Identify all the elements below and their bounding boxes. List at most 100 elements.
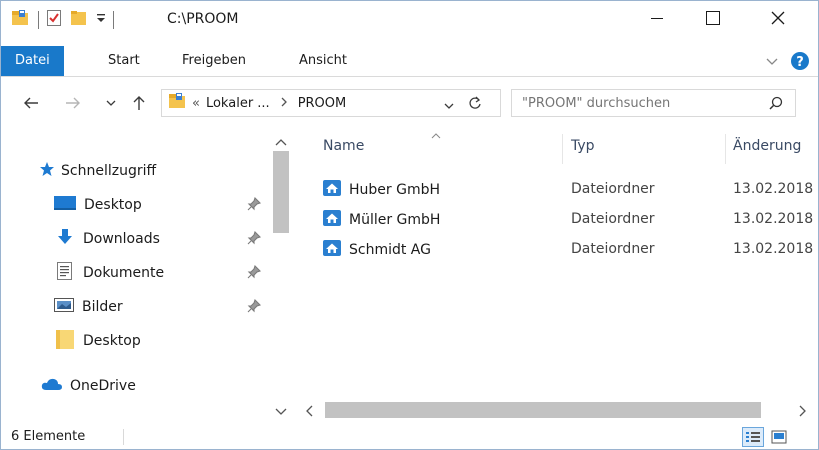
refresh-button[interactable]: [468, 95, 482, 115]
forward-button[interactable]: [63, 92, 83, 114]
scroll-down-icon[interactable]: [275, 405, 287, 420]
pin-icon: [247, 196, 262, 215]
column-header-date[interactable]: Änderung: [733, 138, 801, 162]
refresh-icon: [469, 96, 481, 109]
large-icons-view-icon: [771, 430, 787, 444]
pin-icon: [247, 298, 262, 317]
shared-folder-icon: [323, 240, 341, 260]
file-row[interactable]: Müller GmbH Dateiordner 13.02.2018: [299, 210, 818, 232]
breadcrumb-item[interactable]: Lokaler ...: [206, 96, 270, 111]
file-name: Schmidt AG: [349, 242, 431, 258]
breadcrumb-item[interactable]: PROOM: [298, 96, 347, 111]
new-folder-icon[interactable]: [70, 9, 88, 31]
svg-text:?: ?: [796, 55, 804, 70]
scrollbar-thumb[interactable]: [325, 402, 761, 418]
shared-folder-icon: [323, 210, 341, 230]
sort-ascending-icon: [431, 128, 441, 143]
search-box[interactable]: [511, 89, 796, 117]
scroll-right-icon[interactable]: [799, 405, 807, 421]
nav-item-label: Dokumente: [83, 265, 165, 281]
nav-item-label: Desktop: [84, 197, 142, 213]
breadcrumb-separator-icon[interactable]: [280, 96, 288, 111]
nav-item-label: Schnellzugriff: [61, 163, 157, 179]
column-divider[interactable]: [725, 134, 726, 164]
status-bar: 6 Elemente: [1, 425, 818, 449]
file-type: Dateiordner: [571, 241, 655, 257]
close-icon: [771, 11, 785, 29]
title-bar: C:\PROOM: [1, 1, 818, 41]
column-header-type[interactable]: Typ: [571, 138, 595, 162]
properties-check-icon[interactable]: [46, 9, 62, 31]
large-icons-view-button[interactable]: [768, 427, 790, 447]
breadcrumb-overflow[interactable]: «: [192, 96, 200, 111]
nav-item-desktop[interactable]: Desktop: [1, 190, 269, 220]
file-list-horizontal-scrollbar[interactable]: [299, 399, 818, 421]
ribbon-divider: [1, 76, 818, 77]
desktop-icon: [54, 195, 76, 215]
nav-item-downloads[interactable]: Downloads: [1, 224, 269, 254]
toolbar-separator: [113, 11, 114, 29]
file-explorer-window: C:\PROOM Datei Start Freigeben Ansicht ?: [0, 0, 819, 450]
arrow-up-icon: [133, 96, 145, 110]
minimize-button[interactable]: [634, 1, 680, 39]
recent-locations-button[interactable]: [101, 92, 121, 114]
chevron-down-icon: [444, 103, 454, 109]
search-input[interactable]: [522, 95, 762, 111]
tab-ansicht[interactable]: Ansicht: [285, 46, 361, 76]
pin-icon: [247, 264, 262, 283]
nav-item-desktop-folder[interactable]: Desktop: [1, 326, 269, 356]
status-divider: [123, 429, 124, 445]
nav-pane-scrollbar[interactable]: [271, 129, 291, 425]
folder-properties-icon[interactable]: [11, 9, 31, 31]
item-count: 6 Elemente: [11, 429, 86, 444]
nav-item-label: Downloads: [83, 231, 160, 247]
nav-item-dokumente[interactable]: Dokumente: [1, 258, 269, 288]
arrow-right-icon: [66, 97, 80, 109]
document-icon: [57, 262, 72, 284]
scroll-up-icon[interactable]: [275, 135, 287, 150]
nav-item-label: Desktop: [83, 333, 141, 349]
file-row[interactable]: Schmidt AG Dateiordner 13.02.2018: [299, 240, 818, 262]
file-date: 13.02.2018: [733, 211, 814, 227]
back-button[interactable]: [21, 92, 41, 114]
nav-item-label: OneDrive: [70, 378, 136, 394]
window-title: C:\PROOM: [167, 11, 239, 27]
search-icon[interactable]: [769, 96, 783, 114]
close-button[interactable]: [755, 1, 801, 39]
column-divider[interactable]: [562, 134, 563, 164]
column-header-name[interactable]: Name: [323, 138, 364, 162]
address-bar[interactable]: « Lokaler ... PROOM: [161, 89, 501, 117]
nav-item-label: Bilder: [82, 299, 123, 315]
help-icon: ?: [791, 52, 809, 70]
nav-item-onedrive[interactable]: OneDrive: [1, 371, 269, 401]
up-button[interactable]: [129, 92, 149, 114]
scrollbar-thumb[interactable]: [273, 151, 289, 233]
folder-icon: [56, 329, 74, 353]
customize-toolbar-icon[interactable]: [96, 12, 106, 28]
chevron-down-icon: [766, 58, 778, 65]
quick-access-toolbar: [11, 8, 121, 32]
file-date: 13.02.2018: [733, 181, 814, 197]
ribbon-controls: ?: [766, 51, 810, 75]
tab-freigeben[interactable]: Freigeben: [168, 46, 260, 76]
help-button[interactable]: ?: [790, 51, 810, 75]
file-type: Dateiordner: [571, 211, 655, 227]
nav-item-schnellzugriff[interactable]: Schnellzugriff: [1, 156, 269, 186]
navigation-pane: Schnellzugriff Desktop Downloads Dokumen…: [1, 126, 291, 424]
file-row[interactable]: Huber GmbH Dateiordner 13.02.2018: [299, 180, 818, 202]
address-history-button[interactable]: [444, 99, 454, 114]
file-list: Name Typ Änderung Huber GmbH Dateiordner…: [299, 126, 818, 396]
expand-ribbon-button[interactable]: [766, 56, 778, 71]
ribbon-tabs: Datei Start Freigeben Ansicht ?: [1, 46, 818, 76]
file-type: Dateiordner: [571, 181, 655, 197]
tab-datei[interactable]: Datei: [1, 46, 64, 76]
navigation-bar: « Lokaler ... PROOM: [1, 86, 818, 120]
toolbar-separator: [38, 11, 39, 29]
maximize-button[interactable]: [690, 1, 736, 39]
nav-item-bilder[interactable]: Bilder: [1, 292, 269, 322]
details-view-button[interactable]: [742, 427, 764, 447]
scroll-left-icon[interactable]: [305, 405, 313, 421]
tab-start[interactable]: Start: [94, 46, 154, 76]
folder-location-icon: [168, 92, 188, 114]
cloud-icon: [41, 377, 63, 395]
